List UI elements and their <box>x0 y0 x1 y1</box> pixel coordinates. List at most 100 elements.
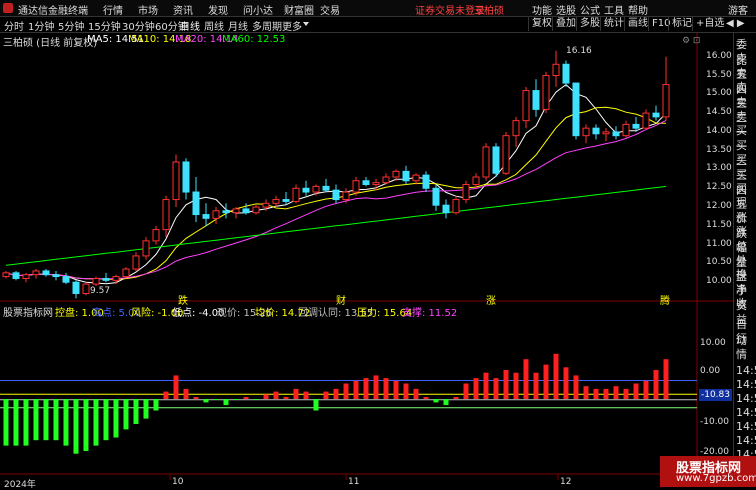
guest-label[interactable]: 游客 <box>728 2 748 17</box>
mark-button[interactable]: 标记 <box>668 17 695 31</box>
time-label: 14:50 <box>736 434 756 447</box>
period-multi[interactable]: 多周期 <box>252 18 282 33</box>
indicator-bar <box>123 399 129 430</box>
candle-body <box>32 270 40 276</box>
candle-body <box>222 210 230 214</box>
period-15min[interactable]: 15分钟 <box>88 18 121 33</box>
add-watchlist-button[interactable]: +自选 <box>692 17 727 31</box>
indicator-bar <box>533 372 539 399</box>
period-1min[interactable]: 1分钟 <box>28 18 54 33</box>
menu-trade[interactable]: 交易 <box>320 2 340 17</box>
candle-body <box>232 208 240 214</box>
candle-body <box>2 272 10 278</box>
panel-tab[interactable]: 行情 <box>736 330 756 362</box>
period-weekly[interactable]: 周线 <box>204 18 224 33</box>
draw-line-button[interactable]: 画线 <box>624 17 651 31</box>
overlay-button[interactable]: 叠加 <box>552 17 579 31</box>
candle-body <box>452 199 460 214</box>
candle-body <box>652 112 660 118</box>
high-price-label: 16.16 <box>566 46 592 56</box>
indicator-bar <box>293 388 299 399</box>
candle-body <box>242 208 250 214</box>
indicator-bar <box>273 391 279 399</box>
menu-ask[interactable]: 问小达 <box>243 2 273 17</box>
x-label-nov: 11 <box>348 477 360 487</box>
candle-body <box>342 191 350 201</box>
param-support: 支撑: 11.52 <box>402 308 458 319</box>
indicator-bar <box>203 399 209 403</box>
candle-body <box>182 161 190 193</box>
indicator-bar <box>433 399 439 403</box>
menu-discover[interactable]: 发现 <box>208 2 228 17</box>
indicator-bar <box>223 399 229 406</box>
period-more[interactable]: 更多 <box>282 18 302 33</box>
candle-body <box>642 112 650 129</box>
indicator-bar <box>473 378 479 399</box>
multi-stock-button[interactable]: 多股 <box>576 17 603 31</box>
candle-body <box>492 146 500 174</box>
chart-settings-icon[interactable]: ⚙ ⊡ <box>682 36 700 46</box>
candle-body <box>162 199 170 231</box>
indicator-bar <box>93 399 99 446</box>
price-tick: 15.00 <box>706 88 732 99</box>
menu-select-stock[interactable]: 选股 <box>556 2 576 17</box>
indicator-bar <box>633 383 639 399</box>
candle-body <box>272 199 280 204</box>
menu-market[interactable]: 市场 <box>138 2 158 17</box>
price-tick: 11.50 <box>706 219 732 230</box>
indicator-bar <box>363 378 369 399</box>
candle-body <box>92 277 100 285</box>
indicator-bar <box>143 399 149 419</box>
candle-body <box>82 283 90 294</box>
price-tick: 10.00 <box>706 276 732 287</box>
price-tick: 14.00 <box>706 125 732 136</box>
kline-chart[interactable] <box>0 33 733 487</box>
indicator-bar <box>243 397 249 399</box>
period-30min[interactable]: 30分钟 <box>122 18 155 33</box>
watermark-logo: 股票指标网 www.7gpzb.com <box>660 456 756 487</box>
indicator-name[interactable]: 股票指标网 <box>3 304 53 319</box>
indicator-bar <box>653 370 659 399</box>
indicator-bar <box>643 380 649 399</box>
indicator-bar <box>383 378 389 399</box>
indicator-bar <box>353 380 359 399</box>
ind-tick-neg10: -10.00 <box>700 417 730 427</box>
indicator-bar <box>453 397 459 399</box>
menu-function[interactable]: 功能 <box>532 2 552 17</box>
time-label: 14:50 <box>736 406 756 419</box>
chevron-down-icon[interactable] <box>303 22 309 26</box>
indicator-bar <box>33 399 39 441</box>
window-controls[interactable]: ◀ ▶ <box>726 17 756 31</box>
period-monthly[interactable]: 月线 <box>228 18 248 33</box>
price-tick: 16.00 <box>706 50 732 61</box>
candle-body <box>572 82 580 137</box>
menu-news[interactable]: 资讯 <box>173 2 193 17</box>
indicator-bar <box>463 383 469 399</box>
candle-body <box>12 272 20 279</box>
indicator-bar <box>3 399 9 446</box>
candle-body <box>422 174 430 189</box>
candle-body <box>142 240 150 257</box>
indicator-bar <box>213 399 219 400</box>
indicator-bar <box>513 372 519 399</box>
candle-body <box>532 90 540 110</box>
menu-tools[interactable]: 工具 <box>604 2 624 17</box>
adjust-button[interactable]: 复权 <box>528 17 555 31</box>
indicator-bar <box>613 386 619 399</box>
low-price-label: 9.57 <box>90 286 111 296</box>
stock-tab[interactable]: 三柏硕 <box>474 2 504 17</box>
right-quote-panel: 委比 卖五 卖四 卖三 卖二 卖一 买一 买二 买三 买四 买五 现价 涨跌 涨幅 总量 外盘 换手 净资 收益 自动… <box>733 33 756 489</box>
menu-help[interactable]: 帮助 <box>628 2 648 17</box>
menu-formula[interactable]: 公式 <box>580 2 600 17</box>
period-intraday[interactable]: 分时 <box>4 18 24 33</box>
period-daily[interactable]: 日线 <box>180 18 200 33</box>
menu-quotes[interactable]: 行情 <box>103 2 123 17</box>
candle-body <box>522 90 530 122</box>
stats-button[interactable]: 统计 <box>600 17 627 31</box>
menu-wealth[interactable]: 财富圈 <box>284 2 314 17</box>
candle-body <box>252 206 260 214</box>
candle-body <box>62 276 70 283</box>
price-tick: 12.00 <box>706 201 732 212</box>
period-5min[interactable]: 5分钟 <box>58 18 84 33</box>
indicator-bar <box>13 399 19 446</box>
